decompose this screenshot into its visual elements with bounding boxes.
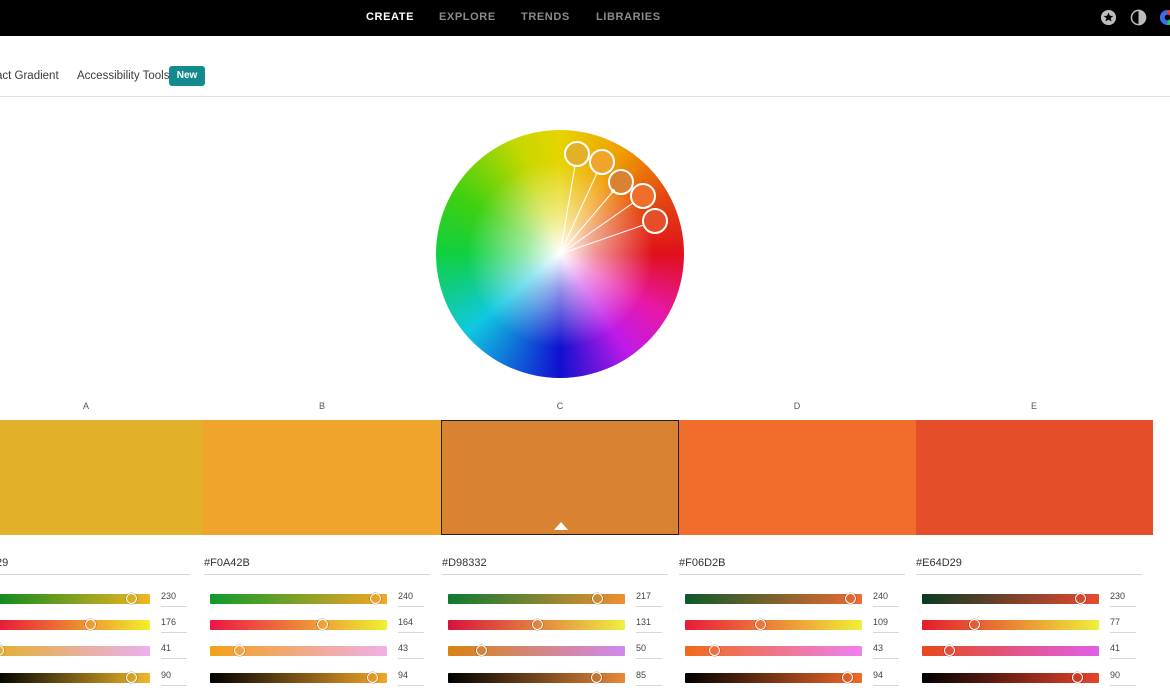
color-wheel[interactable] — [436, 130, 684, 378]
value-input-d-g[interactable]: 109 — [873, 617, 899, 633]
hex-input-d[interactable]: #F06D2B — [679, 557, 905, 575]
swatch-e[interactable] — [916, 420, 1153, 535]
slider-b-g[interactable] — [210, 619, 387, 630]
value-input-a-r[interactable]: 230 — [161, 591, 187, 607]
slider-handle[interactable] — [366, 672, 378, 683]
selected-caret-icon — [554, 522, 568, 530]
subnav-accessibility-tools[interactable]: Accessibility Tools — [77, 70, 169, 82]
slider-handle[interactable] — [944, 645, 956, 656]
value-input-b-r[interactable]: 240 — [398, 591, 424, 607]
nav-explore[interactable]: EXPLORE — [439, 11, 496, 23]
slider-e-g[interactable] — [922, 619, 1099, 630]
slider-d-g[interactable] — [685, 619, 862, 630]
slider-e-r[interactable] — [922, 593, 1099, 604]
slider-handle[interactable] — [1075, 593, 1087, 604]
slider-c-brightness[interactable] — [448, 672, 625, 683]
slider-handle[interactable] — [969, 619, 981, 630]
swatch-label-d: D — [793, 401, 801, 411]
swatch-label-b: B — [318, 401, 325, 411]
slider-handle[interactable] — [841, 672, 853, 683]
slider-handle[interactable] — [532, 619, 544, 630]
hex-input-c[interactable]: #D98332 — [442, 557, 668, 575]
value-input-c-brightness[interactable]: 85 — [636, 670, 662, 686]
slider-handle[interactable] — [592, 593, 604, 604]
slider-b-b[interactable] — [210, 645, 387, 656]
swatch-b[interactable] — [203, 420, 441, 535]
value-input-a-brightness[interactable]: 90 — [161, 670, 187, 686]
swatch-c[interactable] — [441, 420, 679, 535]
wheel-marker-a[interactable] — [564, 141, 590, 167]
value-input-e-g[interactable]: 77 — [1110, 617, 1136, 633]
slider-a-r[interactable] — [0, 593, 150, 604]
value-input-e-r[interactable]: 230 — [1110, 591, 1136, 607]
slider-b-r[interactable] — [210, 593, 387, 604]
wheel-marker-b[interactable] — [589, 149, 615, 175]
slider-d-b[interactable] — [685, 645, 862, 656]
swatch-label-a: A — [82, 401, 89, 411]
slider-a-b[interactable] — [0, 645, 150, 656]
slider-e-brightness[interactable] — [922, 672, 1099, 683]
slider-handle[interactable] — [755, 619, 767, 630]
slider-c-r[interactable] — [448, 593, 625, 604]
value-input-e-brightness[interactable]: 90 — [1110, 670, 1136, 686]
slider-handle[interactable] — [370, 593, 382, 604]
value-input-d-r[interactable]: 240 — [873, 591, 899, 607]
value-input-b-b[interactable]: 43 — [398, 643, 424, 659]
nav-trends[interactable]: TRENDS — [521, 11, 570, 23]
slider-a-g[interactable] — [0, 619, 150, 630]
slider-handle[interactable] — [1071, 672, 1083, 683]
slider-handle[interactable] — [0, 645, 5, 656]
value-input-c-g[interactable]: 131 — [636, 617, 662, 633]
slider-d-r[interactable] — [685, 593, 862, 604]
subnav-extract-gradient[interactable]: act Gradient — [0, 70, 59, 82]
color-wheel-markers — [559, 141, 668, 255]
slider-c-g[interactable] — [448, 619, 625, 630]
new-badge: New — [169, 66, 205, 86]
value-input-a-b[interactable]: 41 — [161, 643, 187, 659]
slider-handle[interactable] — [590, 672, 602, 683]
slider-handle[interactable] — [317, 619, 329, 630]
wheel-marker-e[interactable] — [642, 208, 668, 234]
value-input-c-r[interactable]: 217 — [636, 591, 662, 607]
value-input-b-brightness[interactable]: 94 — [398, 670, 424, 686]
hex-input-a[interactable]: 29 — [0, 557, 190, 575]
app-logo-icon[interactable] — [1159, 9, 1170, 26]
slider-handle[interactable] — [475, 645, 487, 656]
swatch-a[interactable] — [0, 420, 203, 535]
slider-c-b[interactable] — [448, 645, 625, 656]
slider-handle[interactable] — [845, 593, 857, 604]
value-input-d-b[interactable]: 43 — [873, 643, 899, 659]
slider-handle[interactable] — [234, 645, 246, 656]
hex-input-b[interactable]: #F0A42B — [204, 557, 430, 575]
slider-handle[interactable] — [709, 645, 721, 656]
wheel-base-dot — [611, 189, 615, 193]
value-input-d-brightness[interactable]: 94 — [873, 670, 899, 686]
slider-b-brightness[interactable] — [210, 672, 387, 683]
value-input-e-b[interactable]: 41 — [1110, 643, 1136, 659]
nav-libraries[interactable]: LIBRARIES — [596, 11, 661, 23]
top-navigation-bar: CREATE EXPLORE TRENDS LIBRARIES — [0, 0, 1170, 36]
wheel-marker-d[interactable] — [630, 183, 656, 209]
star-icon[interactable] — [1100, 9, 1117, 26]
value-input-a-g[interactable]: 176 — [161, 617, 187, 633]
slider-handle[interactable] — [125, 593, 137, 604]
value-input-c-b[interactable]: 50 — [636, 643, 662, 659]
contrast-icon[interactable] — [1130, 9, 1147, 26]
swatch-d[interactable] — [679, 420, 916, 535]
slider-handle[interactable] — [85, 619, 97, 630]
slider-d-brightness[interactable] — [685, 672, 862, 683]
slider-e-b[interactable] — [922, 645, 1099, 656]
slider-a-brightness[interactable] — [0, 672, 150, 683]
hex-input-e[interactable]: #E64D29 — [916, 557, 1142, 575]
swatch-label-c: C — [556, 401, 564, 411]
swatch-label-e: E — [1030, 401, 1037, 411]
value-input-b-g[interactable]: 164 — [398, 617, 424, 633]
slider-handle[interactable] — [125, 672, 137, 683]
nav-create[interactable]: CREATE — [366, 11, 414, 23]
